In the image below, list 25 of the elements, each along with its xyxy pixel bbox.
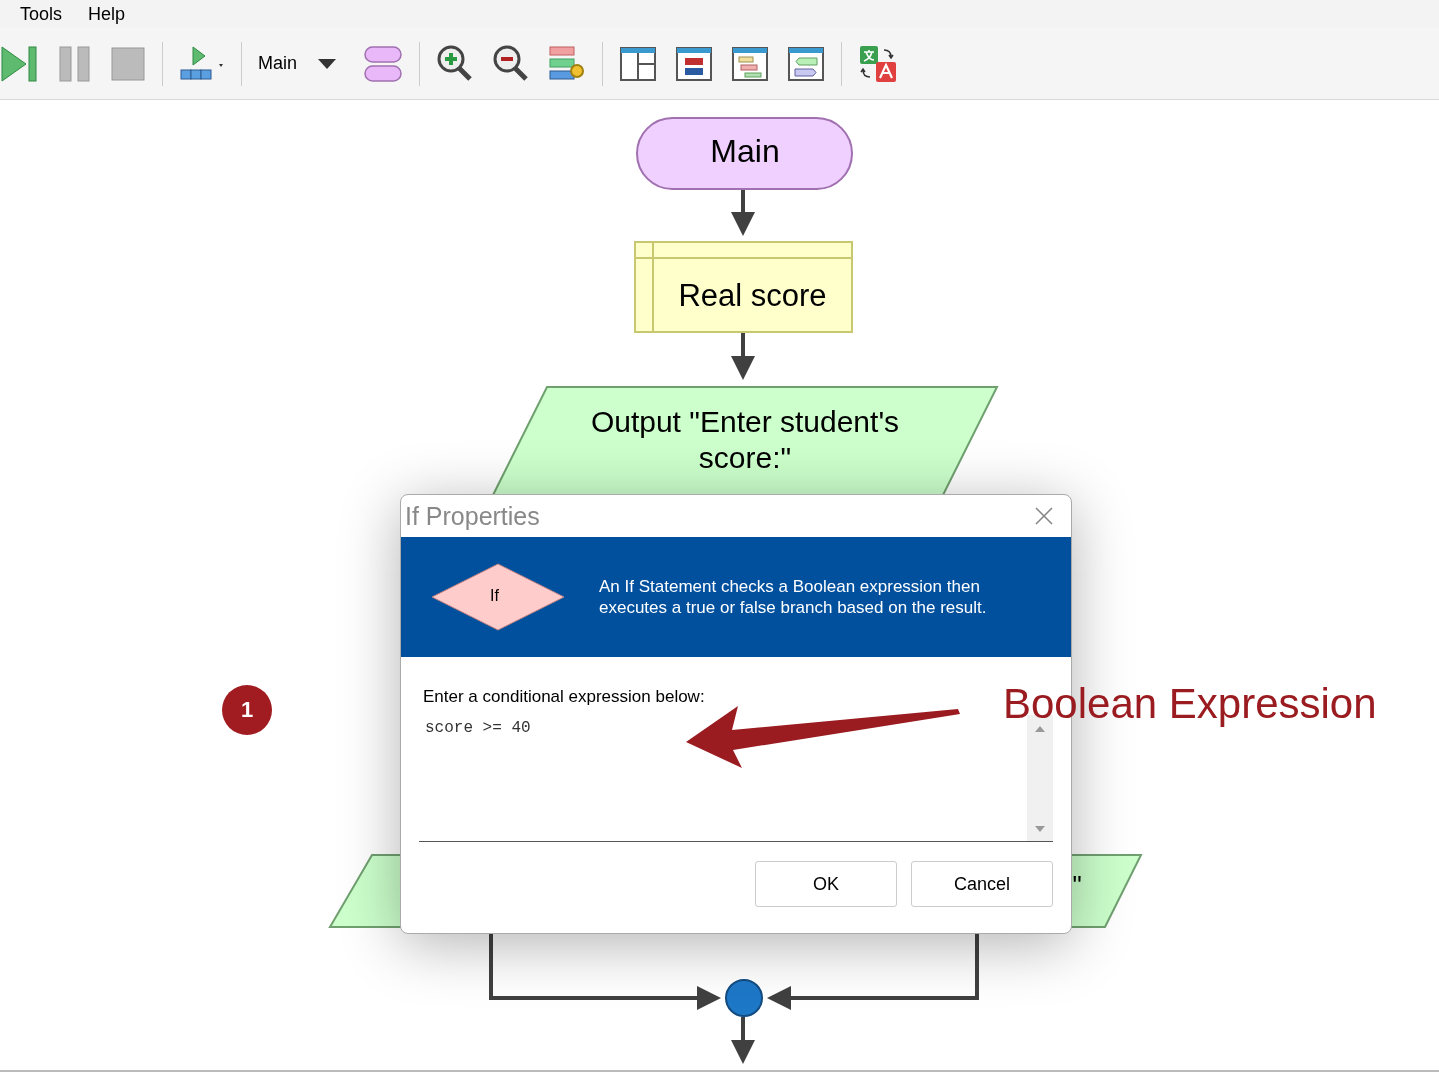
output-label: " — [1071, 870, 1083, 901]
connector-node — [725, 979, 763, 1017]
dialog-description: An If Statement checks a Boolean expression then executes a true or false branch based on the result. — [599, 576, 988, 618]
flow-arrow — [731, 1017, 755, 1064]
flow-arrow — [731, 333, 755, 380]
function-dropdown[interactable]: Main — [258, 53, 345, 74]
scroll-up-icon[interactable] — [1035, 725, 1045, 733]
terminal-label: Main — [709, 133, 781, 170]
caret-icon — [317, 57, 337, 70]
step-icon[interactable] — [0, 43, 40, 84]
add-function-icon[interactable] — [363, 43, 403, 84]
flow-arrow — [731, 190, 755, 236]
menu-item[interactable]: Help — [88, 3, 126, 25]
translate-icon[interactable] — [858, 43, 898, 84]
dialog-button[interactable]: OK — [755, 861, 897, 907]
dialog-title: If Properties — [405, 501, 540, 531]
close-icon[interactable] — [1035, 507, 1053, 525]
output-label: Output "Enter student's score:" — [589, 404, 901, 476]
scroll-down-icon[interactable] — [1035, 825, 1045, 833]
step-badge: 1 — [222, 685, 272, 735]
declare-label: Real score — [677, 278, 828, 314]
menu-item[interactable]: Tools — [20, 3, 63, 25]
dialog-button[interactable]: Cancel — [911, 861, 1053, 907]
if-label: If — [490, 587, 499, 605]
pause-icon[interactable] — [58, 43, 92, 84]
